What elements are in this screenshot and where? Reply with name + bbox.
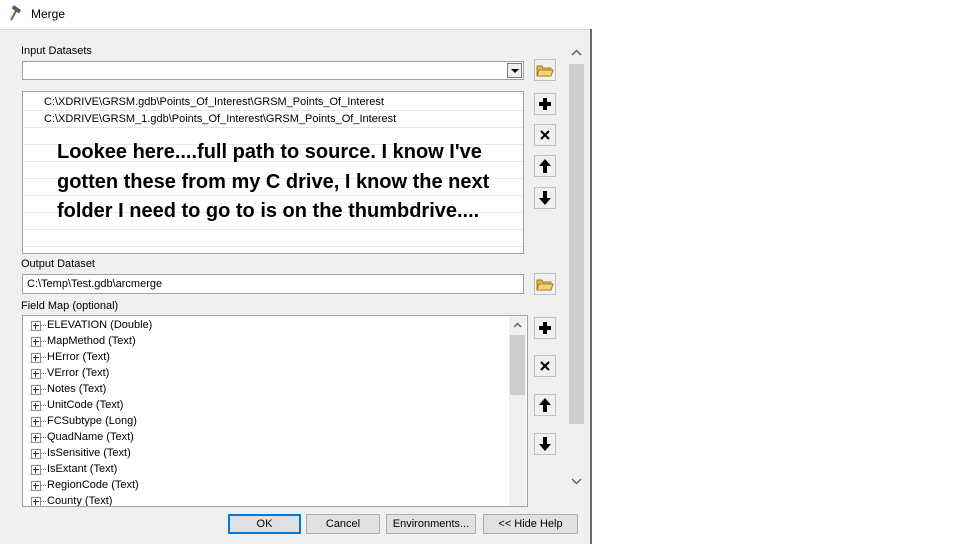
expand-icon[interactable] xyxy=(31,321,41,331)
arrow-down-icon xyxy=(538,436,552,452)
remove-dataset-button[interactable] xyxy=(534,124,556,146)
field-map-tree[interactable]: ELEVATION (Double) MapMethod (Text) HErr… xyxy=(22,315,528,507)
browse-output-button[interactable] xyxy=(534,273,556,295)
environments-button[interactable]: Environments... xyxy=(386,514,476,534)
add-field-button[interactable] xyxy=(534,317,556,339)
arrow-up-icon xyxy=(538,397,552,413)
move-down-field-button[interactable] xyxy=(534,433,556,455)
input-datasets-combo[interactable] xyxy=(22,61,524,80)
field-map-scrollbar[interactable] xyxy=(509,316,526,506)
hide-help-button[interactable]: << Hide Help xyxy=(483,514,578,534)
open-folder-icon xyxy=(536,62,554,78)
chevron-down-icon[interactable] xyxy=(571,476,582,488)
chevron-up-icon[interactable] xyxy=(513,319,522,331)
expand-icon[interactable] xyxy=(31,353,41,363)
cancel-button[interactable]: Cancel xyxy=(306,514,380,534)
merge-dialog: Merge Input Datasets C:\XDRIVE\GRSM.gdb\… xyxy=(0,0,602,544)
expand-icon[interactable] xyxy=(31,369,41,379)
list-item[interactable]: C:\XDRIVE\GRSM_1.gdb\Points_Of_Interest\… xyxy=(23,111,523,128)
chevron-down-icon[interactable] xyxy=(507,63,522,78)
help-panel-edge xyxy=(590,29,602,544)
expand-icon[interactable] xyxy=(31,497,41,506)
arrow-up-icon xyxy=(538,158,552,174)
dialog-scrollbar[interactable] xyxy=(568,44,585,494)
browse-input-button[interactable] xyxy=(534,59,556,81)
window-title: Merge xyxy=(31,7,66,21)
plus-icon xyxy=(538,97,552,111)
expand-icon[interactable] xyxy=(31,433,41,443)
field-map-label: Field Map (optional) xyxy=(21,300,119,312)
ok-button[interactable]: OK xyxy=(228,514,301,534)
arrow-down-icon xyxy=(538,190,552,206)
title-bar: Merge xyxy=(0,0,601,30)
expand-icon[interactable] xyxy=(31,417,41,427)
list-empty-row xyxy=(23,230,523,247)
output-dataset-field[interactable]: C:\Temp\Test.gdb\arcmerge xyxy=(22,274,524,294)
expand-icon[interactable] xyxy=(31,401,41,411)
expand-icon[interactable] xyxy=(31,337,41,347)
annotation-text: Lookee here....full path to source. I kn… xyxy=(57,141,490,222)
move-up-field-button[interactable] xyxy=(534,394,556,416)
expand-icon[interactable] xyxy=(31,465,41,475)
expand-icon[interactable] xyxy=(31,385,41,395)
input-datasets-label: Input Datasets xyxy=(21,45,92,57)
dialog-scroll-thumb[interactable] xyxy=(569,64,584,424)
hammer-icon xyxy=(8,5,26,23)
plus-icon xyxy=(538,321,552,335)
remove-field-button[interactable] xyxy=(534,355,556,377)
chevron-up-icon[interactable] xyxy=(571,47,582,59)
field-map-scroll-thumb[interactable] xyxy=(510,335,525,395)
add-dataset-button[interactable] xyxy=(534,93,556,115)
move-up-dataset-button[interactable] xyxy=(534,155,556,177)
expand-icon[interactable] xyxy=(31,481,41,491)
x-icon xyxy=(539,360,551,372)
output-dataset-value: C:\Temp\Test.gdb\arcmerge xyxy=(27,278,163,290)
expand-icon[interactable] xyxy=(31,449,41,459)
list-item[interactable]: C:\XDRIVE\GRSM.gdb\Points_Of_Interest\GR… xyxy=(23,94,523,111)
move-down-dataset-button[interactable] xyxy=(534,187,556,209)
x-icon xyxy=(539,129,551,141)
output-dataset-label: Output Dataset xyxy=(21,258,95,270)
open-folder-icon xyxy=(536,276,554,292)
